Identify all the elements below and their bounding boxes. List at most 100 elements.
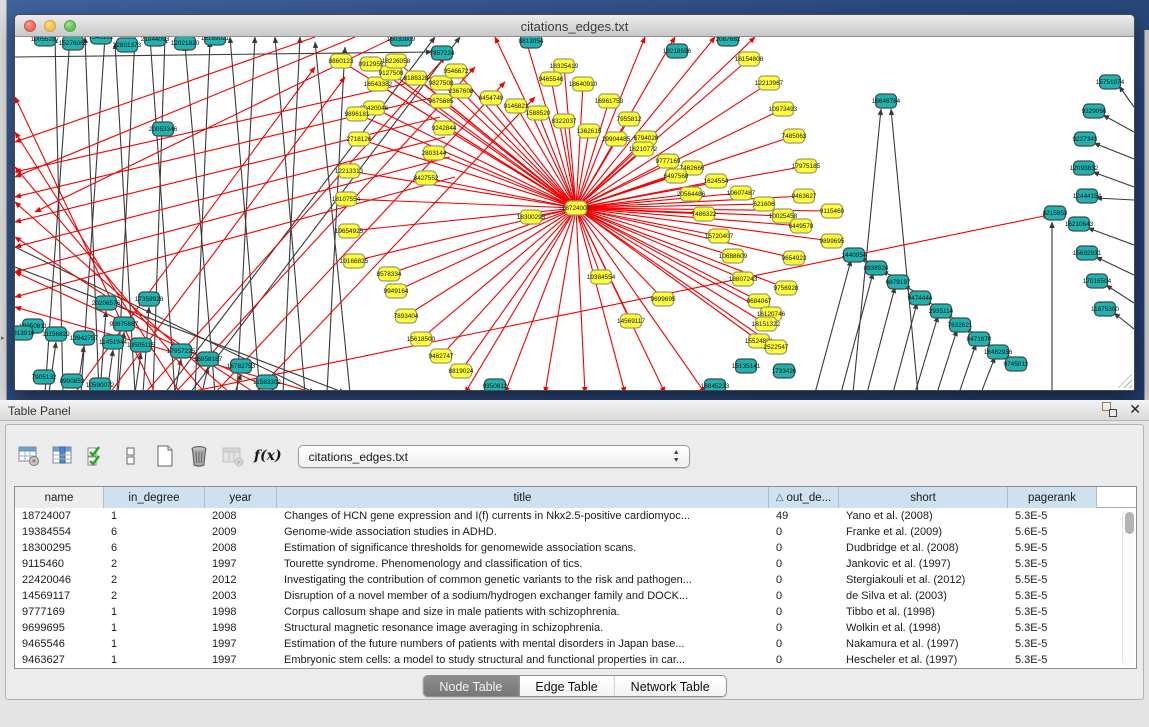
table-cell[interactable]: 0 bbox=[769, 620, 839, 636]
window-titlebar[interactable]: citations_edges.txt bbox=[15, 15, 1134, 37]
table-cell[interactable]: de Silva et al. (2003) bbox=[839, 588, 1008, 604]
table-cell[interactable]: 1 bbox=[104, 636, 205, 652]
table-cell[interactable]: Wolkin et al. (1998) bbox=[839, 620, 1008, 636]
column-header-title[interactable]: title bbox=[277, 487, 769, 508]
table-cell[interactable]: Corpus callosum shape and size in male p… bbox=[277, 604, 769, 620]
table-cell[interactable]: 0 bbox=[769, 524, 839, 540]
table-cell[interactable]: 9463627 bbox=[15, 652, 104, 668]
table-row[interactable]: 1872400712008Changes of HCN gene express… bbox=[15, 508, 1136, 524]
column-header-pagerank[interactable]: pagerank bbox=[1008, 487, 1097, 508]
table-cell[interactable]: 18300295 bbox=[15, 540, 104, 556]
table-cell[interactable]: 1998 bbox=[205, 604, 277, 620]
table-cell[interactable]: Tibbo et al. (1998) bbox=[839, 604, 1008, 620]
tab-edge-table[interactable]: Edge Table bbox=[519, 676, 614, 697]
table-row[interactable]: 1938455462009Genome-wide association stu… bbox=[15, 524, 1136, 540]
table-cell[interactable]: 0 bbox=[769, 604, 839, 620]
table-cell[interactable]: 5.3E-5 bbox=[1008, 556, 1097, 572]
new-document-icon[interactable] bbox=[152, 443, 178, 469]
table-cell[interactable]: 0 bbox=[769, 652, 839, 668]
table-cell[interactable]: 2008 bbox=[205, 540, 277, 556]
table-cell[interactable]: 0 bbox=[769, 636, 839, 652]
table-settings-icon[interactable] bbox=[16, 443, 42, 469]
table-row[interactable]: 977716911998Corpus callosum shape and si… bbox=[15, 604, 1136, 620]
table-cell[interactable]: 5.9E-5 bbox=[1008, 540, 1097, 556]
table-cell[interactable]: 0 bbox=[769, 540, 839, 556]
table-cell[interactable]: 2 bbox=[104, 572, 205, 588]
table-cell[interactable]: 2003 bbox=[205, 588, 277, 604]
table-cell[interactable]: 1998 bbox=[205, 620, 277, 636]
float-panel-icon[interactable] bbox=[1102, 402, 1117, 417]
table-cell[interactable]: 49 bbox=[769, 508, 839, 524]
table-vertical-scrollbar[interactable] bbox=[1122, 510, 1134, 666]
attribute-table[interactable]: namein_degreeyeartitle△out_de...shortpag… bbox=[14, 486, 1137, 669]
table-row[interactable]: 946362711997Embryonic stem cells: a mode… bbox=[15, 652, 1136, 668]
table-cell[interactable]: 5.3E-5 bbox=[1008, 620, 1097, 636]
table-cell[interactable]: 1 bbox=[104, 620, 205, 636]
table-cell[interactable]: Estimation of the future numbers of pati… bbox=[277, 636, 769, 652]
column-header-name[interactable]: name bbox=[15, 487, 104, 508]
close-panel-icon[interactable]: ✕ bbox=[1129, 402, 1141, 417]
table-row[interactable]: 1456911722003Disruption of a novel membe… bbox=[15, 588, 1136, 604]
table-cell[interactable]: 22420046 bbox=[15, 572, 104, 588]
column-header-year[interactable]: year bbox=[205, 487, 277, 508]
table-cell[interactable]: Nakamura et al. (1997) bbox=[839, 636, 1008, 652]
unselect-rows-icon[interactable] bbox=[118, 443, 144, 469]
table-cell[interactable]: 14569117 bbox=[15, 588, 104, 604]
table-cell[interactable]: 5.3E-5 bbox=[1008, 652, 1097, 668]
table-row[interactable]: 946554611997Estimation of the future num… bbox=[15, 636, 1136, 652]
table-cell[interactable]: Disruption of a novel member of a sodium… bbox=[277, 588, 769, 604]
table-cell[interactable]: Tourette syndrome. Phenomenology and cla… bbox=[277, 556, 769, 572]
tab-node-table[interactable]: Node Table bbox=[423, 676, 519, 697]
network-canvas-svg[interactable]: 1872400716154808122139671097349374850631… bbox=[15, 37, 1134, 390]
table-row[interactable]: 2242004622012Investigating the contribut… bbox=[15, 572, 1136, 588]
table-cell[interactable]: 1997 bbox=[205, 652, 277, 668]
table-cell[interactable]: Dudbridge et al. (2008) bbox=[839, 540, 1008, 556]
table-cell[interactable]: 19384554 bbox=[15, 524, 104, 540]
table-cell[interactable]: 2009 bbox=[205, 524, 277, 540]
table-cell[interactable]: 2 bbox=[104, 588, 205, 604]
table-cell[interactable]: Changes of HCN gene expression and I(f) … bbox=[277, 508, 769, 524]
table-cell[interactable]: 5.3E-5 bbox=[1008, 508, 1097, 524]
table-row[interactable]: 1830029562008Estimation of significance … bbox=[15, 540, 1136, 556]
table-cell[interactable]: 2008 bbox=[205, 508, 277, 524]
table-cell[interactable]: Embryonic stem cells: a model to study s… bbox=[277, 652, 769, 668]
table-cell[interactable]: 1 bbox=[104, 604, 205, 620]
tab-network-table[interactable]: Network Table bbox=[615, 676, 726, 697]
table-cell[interactable]: 1 bbox=[104, 508, 205, 524]
table-cell[interactable]: 9115460 bbox=[15, 556, 104, 572]
table-cell[interactable]: 0 bbox=[769, 572, 839, 588]
table-cell[interactable]: Structural magnetic resonance image aver… bbox=[277, 620, 769, 636]
table-cell[interactable]: 5.3E-5 bbox=[1008, 604, 1097, 620]
table-cell[interactable]: 1997 bbox=[205, 556, 277, 572]
table-cell[interactable]: Stergiakouli et al. (2012) bbox=[839, 572, 1008, 588]
table-cell[interactable]: 5.3E-5 bbox=[1008, 636, 1097, 652]
table-cell[interactable]: 2012 bbox=[205, 572, 277, 588]
table-row[interactable]: 969969511998Structural magnetic resonanc… bbox=[15, 620, 1136, 636]
table-cell[interactable]: 6 bbox=[104, 524, 205, 540]
table-row[interactable]: 911546021997Tourette syndrome. Phenomeno… bbox=[15, 556, 1136, 572]
table-cell[interactable]: Jankovic et al. (1997) bbox=[839, 556, 1008, 572]
select-all-rows-icon[interactable] bbox=[84, 443, 110, 469]
table-cell[interactable]: 6 bbox=[104, 540, 205, 556]
delete-trash-icon[interactable] bbox=[186, 443, 212, 469]
table-cell[interactable]: 5.5E-5 bbox=[1008, 572, 1097, 588]
table-cell[interactable]: 0 bbox=[769, 556, 839, 572]
table-cell[interactable]: Yano et al. (2008) bbox=[839, 508, 1008, 524]
table-cell[interactable]: Genome-wide association studies in ADHD. bbox=[277, 524, 769, 540]
table-cell[interactable]: 5.6E-5 bbox=[1008, 524, 1097, 540]
function-builder-icon[interactable]: f(x) bbox=[254, 448, 282, 464]
table-cell[interactable]: 0 bbox=[769, 588, 839, 604]
table-cell[interactable]: 5.3E-5 bbox=[1008, 588, 1097, 604]
table-cell[interactable]: Hescheler et al. (1997) bbox=[839, 652, 1008, 668]
column-header-in_degree[interactable]: in_degree bbox=[104, 487, 205, 508]
table-cell[interactable]: 9465546 bbox=[15, 636, 104, 652]
table-cell[interactable]: 18724007 bbox=[15, 508, 104, 524]
table-cell[interactable]: Franke et al. (2009) bbox=[839, 524, 1008, 540]
network-canvas[interactable]: 1872400716154808122139671097349374850631… bbox=[15, 37, 1134, 390]
table-cell[interactable]: Investigating the contribution of common… bbox=[277, 572, 769, 588]
scrollbar-thumb[interactable] bbox=[1125, 512, 1134, 534]
table-cell[interactable]: Estimation of significance thresholds fo… bbox=[277, 540, 769, 556]
table-cell[interactable]: 2 bbox=[104, 556, 205, 572]
table-column-chooser-icon[interactable] bbox=[50, 443, 76, 469]
table-cell[interactable]: 9699695 bbox=[15, 620, 104, 636]
